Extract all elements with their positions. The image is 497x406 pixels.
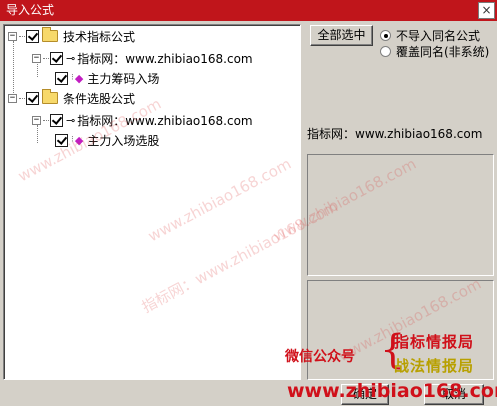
select-all-button[interactable]: 全部选中: [310, 25, 373, 46]
tree-node-label: 技术指标公式: [63, 29, 136, 44]
tree-node-label: 指标网：www.zhibiao168.com: [77, 113, 253, 128]
group1-checkbox[interactable]: [26, 29, 39, 43]
promo-account-1: 指标情报局: [394, 333, 475, 351]
group2-source-checkbox[interactable]: [50, 113, 63, 127]
option-overwrite[interactable]: 覆盖同名(非系统): [380, 43, 489, 60]
tree-connector: [13, 41, 14, 95]
window-title: 导入公式: [6, 3, 55, 17]
tree-node-label: 主力筹码入场: [87, 71, 160, 86]
promo-url: www.zhibiao168.com: [287, 380, 497, 402]
title-bar: 导入公式 ×: [0, 0, 497, 21]
key-icon: ⊸: [66, 51, 75, 65]
radio-no-import[interactable]: [380, 30, 391, 41]
folder-icon: [42, 27, 58, 42]
radio-overwrite[interactable]: [380, 46, 391, 57]
tree-node-label: 指标网：www.zhibiao168.com: [77, 51, 253, 66]
close-icon[interactable]: ×: [478, 2, 495, 19]
formula-icon: ◆: [74, 71, 84, 85]
group2-checkbox[interactable]: [26, 91, 39, 105]
tree-node-group1[interactable]: − 技术指标公式: [8, 27, 135, 45]
folder-icon: [42, 89, 58, 104]
formula2-checkbox[interactable]: [55, 133, 68, 147]
tree-node-formula1[interactable]: ⁝ ◆ 主力筹码入场: [54, 69, 159, 87]
tree-node-group2-source[interactable]: − ⊸ 指标网：www.zhibiao168.com: [32, 111, 253, 129]
promo-account-2: 战法情报局: [394, 357, 475, 375]
group1-source-checkbox[interactable]: [50, 51, 63, 65]
option-label: 覆盖同名(非系统): [396, 45, 490, 59]
option-label: 不导入同名公式: [396, 29, 481, 43]
key-icon: ⊸: [66, 113, 75, 127]
promo-wechat-label: 微信公众号: [285, 349, 355, 365]
collapse-icon[interactable]: −: [8, 31, 17, 41]
tree-node-formula2[interactable]: ⁝ ◆ 主力入场选股: [54, 131, 159, 149]
collapse-icon[interactable]: −: [32, 53, 41, 63]
import-formula-dialog: − 技术指标公式 − ⊸ 指标网：www.zhibiao168.com ⁝ ◆ …: [0, 21, 497, 406]
formula-icon: ◆: [74, 133, 84, 147]
formula-source-label: 指标网：www.zhibiao168.com: [307, 127, 483, 141]
tree-node-group1-source[interactable]: − ⊸ 指标网：www.zhibiao168.com: [32, 49, 253, 67]
collapse-icon[interactable]: −: [8, 93, 17, 103]
tree-node-label: 主力入场选股: [87, 133, 160, 148]
tree-node-group2[interactable]: − 条件选股公式: [8, 89, 135, 107]
description-box: [307, 154, 494, 276]
tree-node-label: 条件选股公式: [63, 91, 136, 106]
formula-tree[interactable]: − 技术指标公式 − ⊸ 指标网：www.zhibiao168.com ⁝ ◆ …: [3, 24, 301, 380]
collapse-icon[interactable]: −: [32, 115, 41, 125]
option-no-import[interactable]: 不导入同名公式: [380, 27, 480, 44]
formula1-checkbox[interactable]: [55, 71, 68, 85]
